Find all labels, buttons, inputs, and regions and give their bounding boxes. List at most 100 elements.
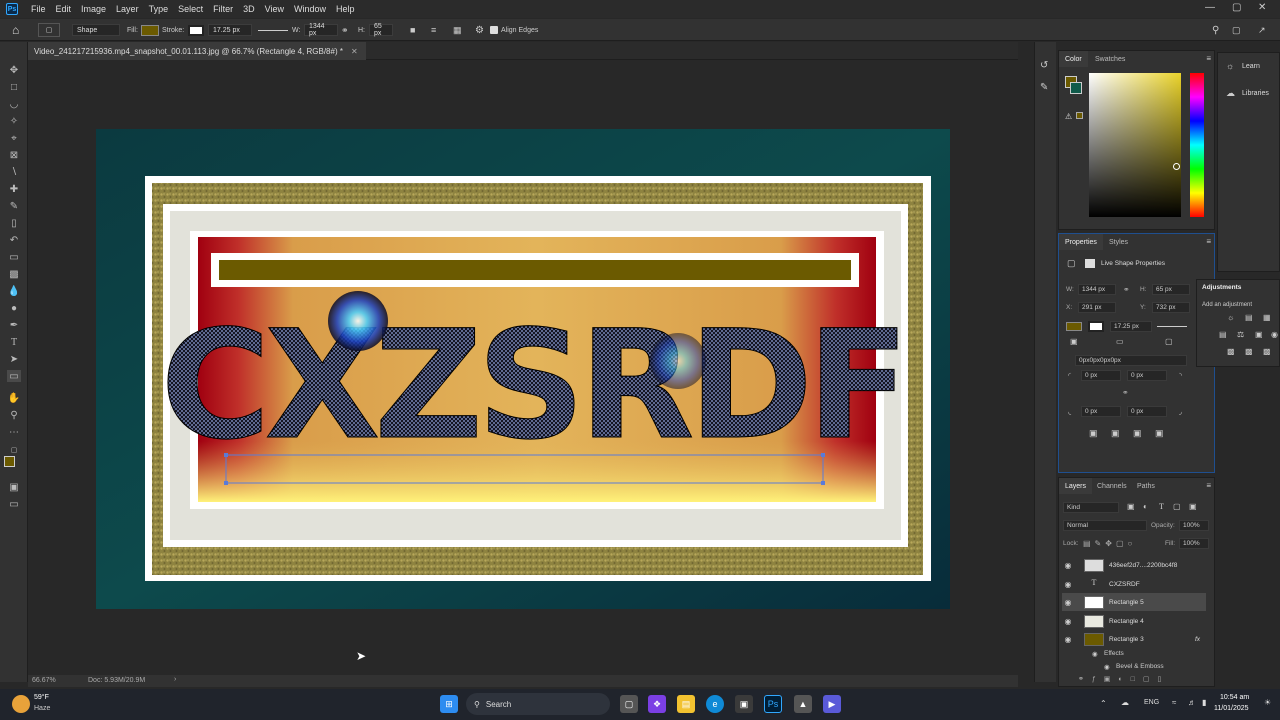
video-app-icon[interactable]: ▶: [823, 695, 841, 713]
filter-pixel-icon[interactable]: ▣: [1127, 502, 1135, 511]
layer-row[interactable]: ◉ Rectangle 3 fx: [1062, 630, 1206, 648]
corner-tr-input[interactable]: 0 px: [1127, 370, 1167, 381]
filter-adjust-icon[interactable]: ◐: [1143, 502, 1148, 511]
filter-type-icon[interactable]: T: [1159, 502, 1164, 511]
brightness-icon[interactable]: ☼: [1227, 313, 1234, 322]
path-selection-tool-icon[interactable]: ➤: [7, 353, 21, 365]
history-brush-tool-icon[interactable]: ↶: [7, 234, 21, 246]
visibility-eye-icon[interactable]: ◉: [1062, 635, 1074, 644]
close-icon[interactable]: ✕: [1258, 2, 1266, 13]
tab-channels[interactable]: Channels: [1091, 478, 1133, 494]
type-tool-icon[interactable]: T: [7, 336, 21, 348]
canvas-text[interactable]: CXZSRDF: [160, 299, 910, 474]
prop-fill-swatch[interactable]: [1066, 322, 1082, 331]
layer-kind-filter[interactable]: Kind: [1063, 502, 1119, 513]
prop-height-input[interactable]: 65 px: [1152, 284, 1190, 295]
default-colors-icon[interactable]: ▢: [7, 444, 21, 456]
tray-chevron-icon[interactable]: ⌃: [1100, 699, 1107, 708]
fill-swatch[interactable]: [141, 25, 159, 36]
hand-tool-icon[interactable]: ✋: [7, 392, 21, 404]
prop-stroke-type[interactable]: [1157, 326, 1187, 327]
copilot-icon[interactable]: ❖: [648, 695, 666, 713]
fx-badge[interactable]: fx: [1195, 636, 1200, 643]
gear-icon[interactable]: ⚙: [475, 23, 484, 37]
effect-eye-icon[interactable]: ◉: [1104, 663, 1110, 671]
menu-window[interactable]: Window: [289, 4, 331, 14]
curves-icon[interactable]: ▦: [1263, 313, 1271, 322]
subtract-shapes-icon[interactable]: ▣: [1111, 428, 1120, 439]
visibility-eye-icon[interactable]: ◉: [1062, 580, 1074, 589]
menu-3d[interactable]: 3D: [238, 4, 260, 14]
stroke-width-input[interactable]: 17.25 px: [208, 24, 252, 36]
filter-shape-icon[interactable]: ▢: [1173, 502, 1181, 511]
file-explorer-icon[interactable]: ▤: [677, 695, 695, 713]
tab-properties[interactable]: Properties: [1059, 234, 1103, 250]
quick-select-tool-icon[interactable]: ✧: [7, 115, 21, 127]
status-arrow-icon[interactable]: ›: [174, 676, 176, 683]
effect-bevel-emboss[interactable]: Bevel & Emboss: [1116, 663, 1164, 670]
stroke-align-icon[interactable]: ▣: [1070, 337, 1078, 346]
volume-icon[interactable]: ♬: [1188, 698, 1196, 707]
wifi-icon[interactable]: ≈: [1172, 698, 1176, 707]
layer-row[interactable]: ◉ Rectangle 5: [1062, 593, 1206, 611]
dodge-tool-icon[interactable]: ●: [7, 302, 21, 314]
menu-file[interactable]: File: [26, 4, 51, 14]
move-tool-icon[interactable]: ✥: [7, 64, 21, 76]
pen-tool-icon[interactable]: ✒: [7, 319, 21, 331]
clock-time[interactable]: 10:54 am: [1220, 694, 1249, 701]
exclude-shapes-icon[interactable]: ▣: [1155, 428, 1164, 439]
windows-start-icon[interactable]: ⊞: [440, 695, 458, 713]
path-operations-icon[interactable]: ■: [410, 23, 415, 37]
layer-name[interactable]: 436eef2d7....2200bc4f8: [1109, 562, 1177, 569]
blend-mode-select[interactable]: Normal: [1063, 520, 1147, 531]
path-arrangement-icon[interactable]: ▦: [453, 23, 462, 37]
color-field[interactable]: [1089, 73, 1181, 217]
link-icon[interactable]: ⚭: [341, 23, 349, 37]
prop-stroke-width[interactable]: 17.25 px: [1110, 321, 1152, 332]
lock-icons[interactable]: ▤✎✥▢○: [1083, 539, 1136, 548]
layers-footer-icons[interactable]: ⚭ƒ▣◐□▢▯: [1078, 675, 1208, 685]
corner-br-input[interactable]: 0 px: [1127, 406, 1167, 417]
height-input[interactable]: 65 px: [369, 23, 393, 37]
fill-input[interactable]: 100%: [1179, 538, 1209, 549]
rectangle-tool-icon[interactable]: ▭: [7, 370, 21, 382]
layer-name[interactable]: Rectangle 3: [1109, 636, 1144, 643]
prop-width-input[interactable]: 1344 px: [1078, 284, 1116, 295]
panel-menu-icon[interactable]: ≡: [1206, 237, 1211, 246]
weather-temp[interactable]: 59°F: [34, 694, 49, 701]
crop-tool-icon[interactable]: ⌖: [7, 132, 21, 144]
visibility-eye-icon[interactable]: ◉: [1062, 617, 1074, 626]
levels-icon[interactable]: ▤: [1245, 313, 1253, 322]
stroke-type-select[interactable]: [258, 30, 288, 31]
prop-radii-field[interactable]: 0px0px0px0px: [1075, 355, 1187, 366]
color-picker-handle[interactable]: [1173, 163, 1180, 170]
tab-layers[interactable]: Layers: [1059, 478, 1093, 494]
width-input[interactable]: 1344 px: [304, 23, 338, 37]
stamp-tool-icon[interactable]: ▯: [7, 217, 21, 229]
prop-y-input[interactable]: 732 px: [1152, 302, 1190, 313]
marquee-tool-icon[interactable]: □: [7, 81, 21, 93]
hue-slider[interactable]: [1190, 73, 1204, 217]
panel-menu-icon[interactable]: ≡: [1206, 54, 1211, 63]
tab-swatches[interactable]: Swatches: [1089, 51, 1131, 67]
layer-name[interactable]: CXZSRDF: [1109, 581, 1140, 588]
gradient-tool-icon[interactable]: ▩: [7, 268, 21, 280]
layer-row[interactable]: ◉ T CXZSRDF: [1062, 575, 1206, 593]
home-icon[interactable]: ⌂: [12, 23, 19, 37]
layer-name[interactable]: Rectangle 4: [1109, 618, 1144, 625]
close-tab-icon[interactable]: ✕: [351, 47, 358, 56]
libraries-label[interactable]: Libraries: [1242, 90, 1269, 97]
bw-icon[interactable]: ▣: [1255, 330, 1263, 339]
healing-brush-tool-icon[interactable]: ✚: [7, 183, 21, 195]
more-tools-icon[interactable]: ⋯: [7, 426, 21, 438]
hsl-icon[interactable]: ▤: [1219, 330, 1227, 339]
app-icon[interactable]: ▲: [794, 695, 812, 713]
workspace-icon[interactable]: ▢: [1232, 23, 1241, 37]
layer-name[interactable]: Rectangle 5: [1109, 599, 1144, 606]
prop-link-icon[interactable]: ⚭: [1123, 285, 1130, 294]
tab-paths[interactable]: Paths: [1131, 478, 1161, 494]
effects-eye-icon[interactable]: ◉: [1092, 650, 1098, 658]
layer-row[interactable]: ◉ Rectangle 4: [1062, 612, 1206, 630]
stroke-swatch[interactable]: [188, 25, 204, 36]
weather-icon[interactable]: [12, 695, 30, 713]
